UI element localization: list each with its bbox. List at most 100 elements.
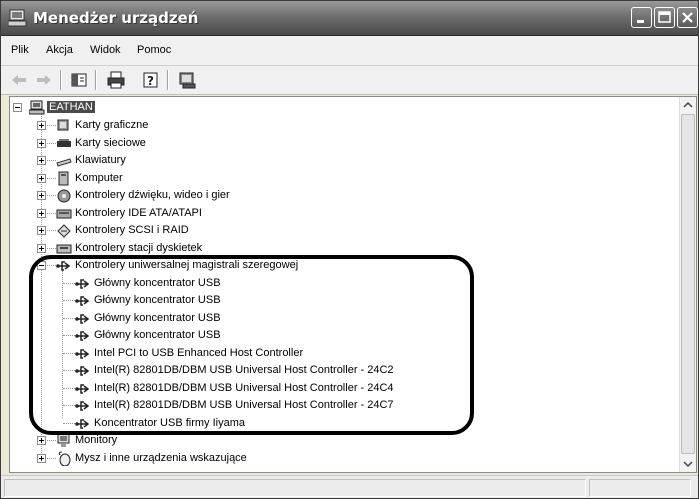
category-label: Mysz i inne urządzenia wskazujące	[75, 451, 247, 464]
tree-category[interactable]: Kontrolery uniwersalnej magistrali szere…	[36, 257, 436, 274]
tree-category[interactable]: Monitory	[36, 432, 436, 449]
category-label: Kontrolery IDE ATA/ATAPI	[75, 206, 202, 219]
tree-category[interactable]: Kontrolery SCSI i RAID	[36, 222, 436, 239]
toolbar: ?	[1, 66, 698, 95]
device-label: Intel(R) 82801DB/DBM USB Universal Host …	[94, 381, 394, 394]
tree-line	[63, 422, 75, 424]
expand-icon[interactable]	[37, 436, 46, 445]
tree-line	[63, 352, 75, 354]
device-manager-window: Menedżer urządzeń Plik Akcja Widok Pomoc	[0, 0, 699, 499]
category-label: Komputer	[75, 171, 123, 184]
device-label: Intel(R) 82801DB/DBM USB Universal Host …	[94, 399, 394, 411]
tree-line	[63, 405, 75, 406]
menu-bar: Plik Akcja Widok Pomoc	[1, 36, 698, 66]
tree-line	[63, 282, 75, 284]
maximize-button[interactable]	[654, 7, 675, 28]
status-segment	[589, 479, 691, 497]
monitor-icon	[57, 433, 70, 447]
expand-icon[interactable]	[37, 173, 46, 183]
category-label: Klawiatury	[75, 154, 126, 166]
tree-category[interactable]: Mysz i inne urządzenia wskazujące	[36, 450, 436, 467]
window-title: Menedżer urządzeń	[33, 9, 199, 27]
menu-akcja[interactable]: Akcja	[46, 44, 73, 56]
device-tree[interactable]: EATHAN Karty graficzne Karty sieciowe Klaw…	[9, 96, 697, 473]
usb-icon	[75, 348, 90, 359]
usb-device-item[interactable]: Koncentrator USB firmy Iiyama	[57, 415, 457, 432]
device-label: Intel PCI to USB Enhanced Host Controlle…	[94, 346, 304, 359]
expand-icon[interactable]	[37, 453, 46, 463]
device-manager-icon	[8, 9, 27, 27]
tree-category[interactable]: Kontrolery IDE ATA/ATAPI	[36, 205, 436, 222]
help-icon[interactable]: ?	[141, 70, 161, 90]
tree-category[interactable]: Karty sieciowe	[36, 135, 436, 152]
tree-category[interactable]: Komputer	[36, 170, 436, 187]
category-label: Karty sieciowe	[75, 136, 146, 149]
usb-device-item[interactable]: Intel PCI to USB Enhanced Host Controlle…	[57, 345, 457, 362]
device-label: Główny koncentrator USB	[94, 311, 221, 324]
usb-device-item[interactable]: Główny koncentrator USB	[57, 275, 457, 292]
computer-icon	[29, 100, 45, 115]
tree-category[interactable]: Kontrolery stacji dyskietek	[36, 240, 436, 257]
mouse-icon	[58, 451, 71, 466]
scsi-controller-icon	[57, 224, 71, 238]
toolbar-separator	[60, 70, 62, 90]
expand-icon[interactable]	[37, 226, 46, 235]
usb-device-item[interactable]: Intel(R) 82801DB/DBM USB Universal Host …	[57, 397, 457, 414]
root-label: EATHAN	[47, 101, 95, 113]
collapse-icon[interactable]	[37, 261, 46, 270]
menu-widok[interactable]: Widok	[90, 44, 121, 56]
tree-line	[63, 335, 75, 336]
back-icon[interactable]	[9, 70, 29, 90]
toolbar-separator	[167, 70, 169, 90]
expand-icon[interactable]	[37, 243, 46, 253]
title-bar[interactable]: Menedżer urządzeń	[1, 1, 698, 36]
menu-pomoc[interactable]: Pomoc	[137, 44, 171, 56]
category-label: Kontrolery uniwersalnej magistrali szere…	[75, 259, 299, 271]
usb-device-item[interactable]: Główny koncentrator USB	[57, 292, 457, 309]
computer-icon	[58, 171, 69, 185]
usb-device-item[interactable]: Intel(R) 82801DB/DBM USB Universal Host …	[57, 380, 457, 397]
toolbar-separator	[95, 70, 97, 90]
print-icon[interactable]	[106, 70, 126, 90]
display-adapter-icon	[57, 119, 69, 131]
tree-category[interactable]: Klawiatury	[36, 152, 436, 169]
usb-icon	[75, 313, 90, 324]
minimize-button[interactable]	[631, 7, 652, 28]
tree-line	[63, 300, 75, 301]
close-icon	[682, 12, 693, 23]
category-label: Karty graficzne	[75, 119, 149, 131]
usb-icon	[75, 331, 90, 341]
usb-icon	[75, 383, 90, 394]
scroll-up-icon[interactable]	[680, 97, 696, 113]
device-label: Intel(R) 82801DB/DBM USB Universal Host …	[94, 364, 394, 376]
expand-icon[interactable]	[37, 191, 46, 200]
expand-icon[interactable]	[37, 156, 46, 165]
expand-icon[interactable]	[37, 208, 46, 218]
usb-device-item[interactable]: Główny koncentrator USB	[57, 327, 457, 344]
collapse-icon[interactable]	[13, 103, 22, 112]
expand-icon[interactable]	[37, 121, 46, 130]
properties-icon[interactable]	[69, 70, 89, 90]
tree-line	[63, 387, 75, 389]
forward-icon[interactable]	[34, 70, 54, 90]
scan-hardware-icon[interactable]	[177, 70, 197, 90]
menu-plik[interactable]: Plik	[11, 44, 29, 56]
tree-line	[63, 317, 75, 319]
scroll-thumb[interactable]	[681, 114, 695, 454]
close-button[interactable]	[677, 7, 698, 28]
scroll-down-icon[interactable]	[680, 456, 696, 472]
usb-device-item[interactable]: Główny koncentrator USB	[57, 310, 457, 327]
usb-device-item[interactable]: Intel(R) 82801DB/DBM USB Universal Host …	[57, 362, 457, 379]
status-segment	[4, 479, 586, 497]
category-label: Kontrolery SCSI i RAID	[75, 224, 189, 236]
tree-root[interactable]: EATHAN	[13, 99, 133, 116]
floppy-controller-icon	[56, 244, 72, 253]
expand-icon[interactable]	[37, 138, 46, 148]
usb-icon	[75, 418, 90, 429]
device-label: Główny koncentrator USB	[94, 294, 221, 306]
tree-category[interactable]: Kontrolery dźwięku, wideo i gier	[36, 187, 436, 204]
vertical-scrollbar[interactable]	[679, 97, 696, 472]
usb-icon	[75, 401, 90, 411]
maximize-icon	[658, 11, 671, 23]
tree-category[interactable]: Karty graficzne	[36, 117, 436, 134]
